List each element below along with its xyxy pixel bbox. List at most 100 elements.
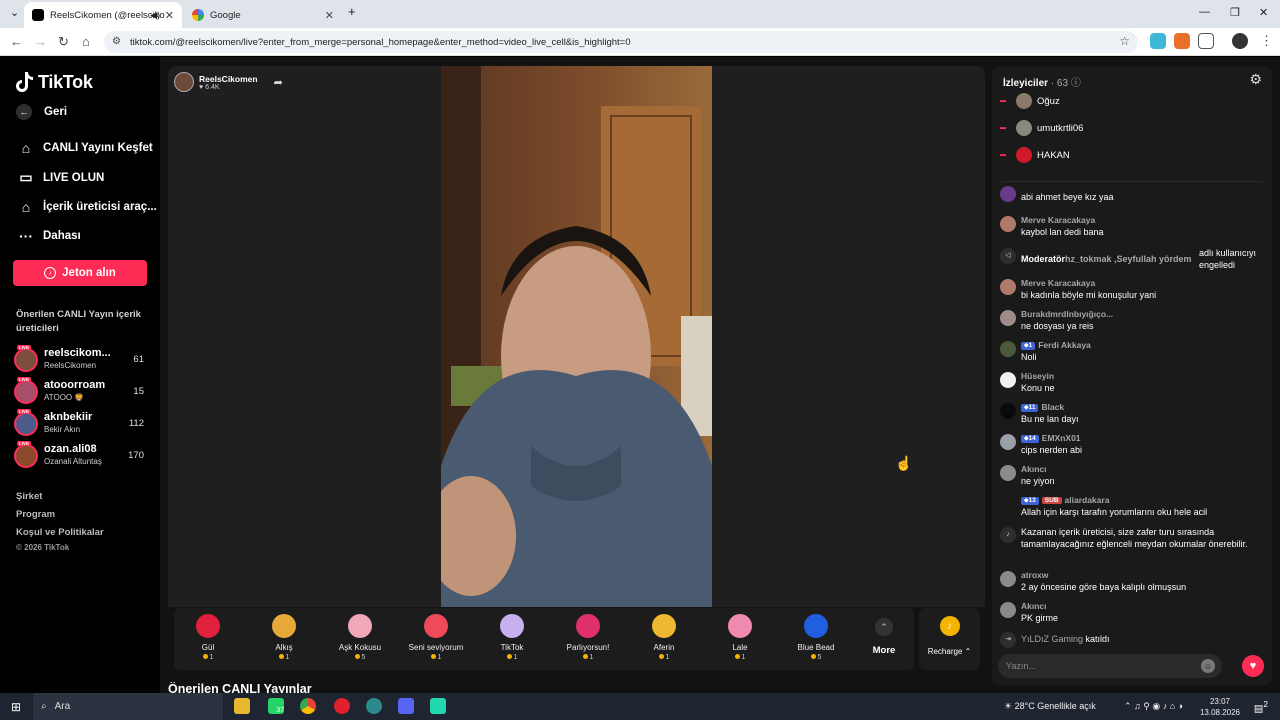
gift-item[interactable]: Parlıyorsun! 1 <box>550 614 626 661</box>
chat-message[interactable]: Merve Karacakaya bi kadınla böyle mi kon… <box>1000 278 1266 304</box>
megaphone-icon: ◁ <box>1000 248 1016 264</box>
sidebar-item-creator-tools[interactable]: ⌂ İçerik üreticisi araç... <box>16 199 157 215</box>
windows-taskbar: ⊞ ⌕ Ara 37 ☀ 28°C Genellikle açık ⌃ ♫ ⚲ … <box>0 693 1280 720</box>
footer-link-company[interactable]: Şirket <box>16 491 42 502</box>
browser-tab-tiktok[interactable]: ReelsCikomen (@reelsciko ◀) ✕ <box>24 2 182 28</box>
gift-item[interactable]: Gül 1 <box>170 614 246 661</box>
chat-message[interactable]: ⬥13 SUB aliardakara Allah için karşı taraf… <box>1000 495 1266 521</box>
tiktok-live-page: TikTok ← Geri ⌂ CANLI Yayını Keşfet ▭ LI… <box>0 57 1280 693</box>
opera-icon[interactable] <box>334 698 350 714</box>
avatar <box>14 380 38 404</box>
suggested-creator[interactable]: LIVE reelscikom... ReelsCikomen 61 <box>14 345 148 375</box>
sidebar-item-go-live[interactable]: ▭ LIVE OLUN <box>16 169 104 186</box>
chrome-icon[interactable] <box>300 698 316 714</box>
send-heart-button[interactable]: ♥ <box>1242 655 1264 677</box>
profile-avatar-icon[interactable] <box>1232 33 1248 49</box>
gift-item[interactable]: Lale 1 <box>702 614 778 661</box>
suggested-creator[interactable]: LIVE aknbekiir Bekir Akın 112 <box>14 409 148 439</box>
metamask-icon[interactable] <box>1174 33 1190 49</box>
back-link[interactable]: ← Geri <box>16 104 67 120</box>
suggested-creator[interactable]: LIVE atooorroam ATOOO 🦁 15 <box>14 377 148 407</box>
taskbar-search[interactable]: ⌕ Ara <box>33 693 223 720</box>
live-stream-player[interactable]: ReelsCikomen ♥ 6.4K ➦ ☝ <box>168 66 985 607</box>
emoji-icon[interactable]: ☺ <box>1201 659 1215 673</box>
restore-icon[interactable]: ❐ <box>1230 6 1240 19</box>
browser-menu-icon[interactable]: ⋮ <box>1260 33 1273 49</box>
gift-item[interactable]: Alkış 1 <box>246 614 322 661</box>
more-gifts-button[interactable]: ⌃ More <box>866 618 902 656</box>
get-coins-button[interactable]: ♪ Jeton alın <box>13 260 147 286</box>
close-tab-icon[interactable]: ✕ <box>325 9 334 22</box>
coin-icon <box>658 654 664 659</box>
tray-icons[interactable]: ⌃ ♫ ⚲ ◉ ♪ ⌂ ◑ <box>1124 701 1183 712</box>
minimize-icon[interactable]: — <box>1199 6 1210 18</box>
chat-message[interactable]: atroxw 2 ay öncesine göre baya kalıplı o… <box>1000 570 1266 596</box>
message-text: ne yiyon <box>1021 476 1055 486</box>
chat-message[interactable]: Merve Karacakaya kaybol lan dedi bana <box>1000 215 1266 241</box>
chat-message[interactable]: Akıncı ne yiyon <box>1000 464 1266 490</box>
settings-gear-icon[interactable]: ⚙ <box>1249 71 1262 88</box>
footer-link-program[interactable]: Program <box>16 509 55 520</box>
chat-message[interactable]: Hüseyin Konu ne <box>1000 371 1266 397</box>
app-icon[interactable] <box>430 698 446 714</box>
top-viewer[interactable]: ▬ Oğuz <box>1000 92 1060 110</box>
gift-item[interactable]: Aşk Kokusu 5 <box>322 614 398 661</box>
coin-icon <box>506 654 512 659</box>
taskbar-clock[interactable]: 23:07 13.08.2026 <box>1200 696 1240 718</box>
rank-dash-icon: ▬ <box>1000 125 1006 131</box>
host-info[interactable]: ReelsCikomen ♥ 6.4K ➦ <box>174 72 283 92</box>
gift-item[interactable]: Aferin 1 <box>626 614 702 661</box>
host-avatar[interactable] <box>174 72 194 92</box>
chat-message[interactable]: Burakdmrdlnbıyığıço... ne dosyası ya rei… <box>1000 309 1266 335</box>
tiktok-logo[interactable]: TikTok <box>16 71 93 93</box>
close-tab-icon[interactable]: ✕ <box>165 9 174 22</box>
gift-bar: Gül 1 Alkış 1 Aşk Kokusu 5 Seni seviyoru… <box>174 608 914 670</box>
reload-icon[interactable]: ↻ <box>58 34 69 50</box>
top-viewer[interactable]: ▬ HAKAN <box>1000 146 1070 164</box>
message-user: atroxw <box>1021 570 1049 580</box>
chat-message[interactable]: abi ahmet beye kız yaa <box>1000 186 1266 208</box>
suggested-creator[interactable]: LIVE ozan.ali08 Ozanali Altuntaş 170 <box>14 441 148 471</box>
viewer-count: 63 <box>1056 78 1069 89</box>
chat-message[interactable]: Akıncı PK girme <box>1000 601 1266 627</box>
windows-start-icon[interactable]: ⊞ <box>11 700 21 714</box>
share-icon[interactable]: ➦ <box>274 76 283 89</box>
viewers-header[interactable]: İzleyiciler · 63 ⓘ <box>1003 74 1081 89</box>
recharge-button[interactable]: ♪ Recharge ⌃ <box>919 608 980 670</box>
live-video[interactable] <box>441 66 712 607</box>
weather-widget[interactable]: ☀ 28°C Genellikle açık <box>1004 701 1096 712</box>
forward-arrow-icon[interactable]: → <box>34 34 47 49</box>
gift-item[interactable]: Seni seviyorum 1 <box>398 614 474 661</box>
message-text: Noli <box>1021 352 1037 362</box>
sidebar-item-explore-live[interactable]: ⌂ CANLI Yayını Keşfet <box>16 140 153 156</box>
chat-message[interactable]: ⬥14 EMXnX01 cips nerden abi <box>1000 433 1266 459</box>
close-window-icon[interactable]: ✕ <box>1259 6 1268 19</box>
extensions-puzzle-icon[interactable] <box>1198 33 1214 49</box>
chat-message[interactable]: ⬥1 Ferdi Akkaya Noli <box>1000 340 1266 366</box>
home-icon[interactable]: ⌂ <box>82 34 90 49</box>
avatar <box>14 412 38 436</box>
chat-input[interactable]: Yazın... ☺ <box>998 654 1222 678</box>
join-message: ⇥ YıLDıZ Gaming katıldı <box>1000 631 1266 648</box>
bookmark-star-icon[interactable]: ☆ <box>1119 34 1130 48</box>
browser-tab-google[interactable]: Google ✕ <box>184 2 342 28</box>
address-bar[interactable]: ⚙ tiktok.com/@reelscikomen/live?enter_fr… <box>104 31 1138 53</box>
site-info-icon[interactable]: ⚙ <box>112 36 121 47</box>
speaker-icon: ◀) <box>150 9 160 20</box>
file-explorer-icon[interactable] <box>234 698 250 714</box>
tab-search-icon[interactable]: ⌄ <box>10 6 19 19</box>
back-arrow-icon[interactable]: ← <box>10 34 23 49</box>
vpn-icon[interactable] <box>366 698 382 714</box>
sidebar-item-more[interactable]: ··· Dahası <box>16 228 81 244</box>
footer-link-terms[interactable]: Koşul ve Politikalar <box>16 527 104 538</box>
top-viewer[interactable]: ▬ umutkrtli06 <box>1000 119 1083 137</box>
chat-message[interactable]: ⬥11 Black Bu ne lan dayı <box>1000 402 1266 428</box>
gift-item[interactable]: TikTok 1 <box>474 614 550 661</box>
discord-icon[interactable] <box>398 698 414 714</box>
evil-eye-bead-icon <box>804 614 828 638</box>
extension-icon[interactable] <box>1150 33 1166 49</box>
new-tab-icon[interactable]: + <box>348 4 356 19</box>
gift-item[interactable]: Blue Bead 5 <box>778 614 854 661</box>
whatsapp-icon[interactable]: 37 <box>268 698 284 714</box>
notifications-icon[interactable]: ▤2 <box>1254 699 1268 714</box>
